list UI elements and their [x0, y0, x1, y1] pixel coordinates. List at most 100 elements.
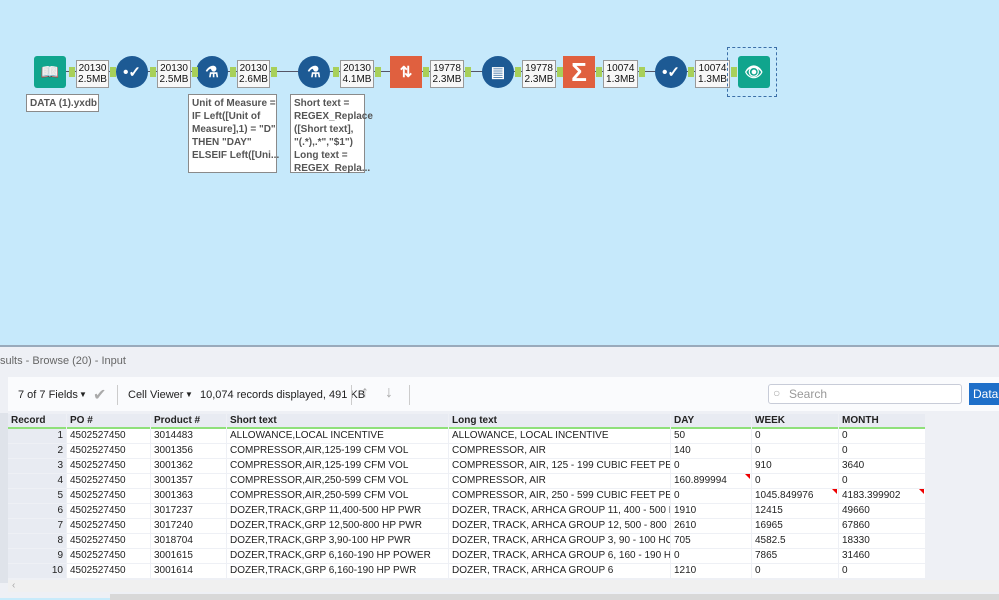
- arrow-up-icon[interactable]: ↑: [361, 384, 369, 402]
- table-cell[interactable]: 4502527450: [67, 519, 150, 533]
- table-cell[interactable]: COMPRESSOR, AIR: [449, 474, 670, 488]
- table-cell[interactable]: ALLOWANCE, LOCAL INCENTIVE: [449, 429, 670, 443]
- input-anchor[interactable]: [69, 67, 75, 77]
- table-cell[interactable]: 1045.849976: [752, 489, 838, 503]
- data-button[interactable]: Data: [969, 383, 999, 405]
- table-cell[interactable]: 8: [8, 534, 66, 548]
- input-anchor[interactable]: [150, 67, 156, 77]
- table-cell[interactable]: 4502527450: [67, 534, 150, 548]
- table-cell[interactable]: 705: [671, 534, 751, 548]
- formula-tool[interactable]: ⚗: [196, 56, 228, 88]
- cross-tab-tool[interactable]: ⇅: [390, 56, 422, 88]
- table-cell[interactable]: 3001614: [151, 564, 226, 578]
- table-row[interactable]: 6 4502527450 3017237 DOZER,TRACK,GRP 11,400…: [8, 504, 926, 519]
- input-anchor[interactable]: [423, 67, 429, 77]
- input-anchor[interactable]: [596, 67, 602, 77]
- horizontal-scrollbar[interactable]: ‹: [8, 580, 999, 592]
- table-row[interactable]: 9 4502527450 3001615 DOZER,TRACK,GRP 6,160-…: [8, 549, 926, 564]
- table-cell[interactable]: DOZER, TRACK, ARHCA GROUP 11, 400 - 500 …: [449, 504, 670, 518]
- table-cell[interactable]: DOZER,TRACK,GRP 6,160-190 HP PWR: [227, 564, 448, 578]
- search-input[interactable]: ○ Search: [768, 384, 962, 404]
- table-row[interactable]: 1 4502527450 3014483 ALLOWANCE,LOCAL INCENT…: [8, 429, 926, 444]
- table-cell[interactable]: 3640: [839, 459, 925, 473]
- table-cell[interactable]: 160.899994: [671, 474, 751, 488]
- column-header[interactable]: Record: [8, 414, 66, 429]
- arrow-down-icon[interactable]: ↓: [385, 384, 393, 402]
- table-cell[interactable]: DOZER,TRACK,GRP 11,400-500 HP PWR: [227, 504, 448, 518]
- table-cell[interactable]: 0: [752, 564, 838, 578]
- table-cell[interactable]: 140: [671, 444, 751, 458]
- cell-viewer-dropdown[interactable]: Cell Viewer: [128, 389, 183, 401]
- table-row[interactable]: 5 4502527450 3001363 COMPRESSOR,AIR,250-599…: [8, 489, 926, 504]
- table-cell[interactable]: 10: [8, 564, 66, 578]
- table-cell[interactable]: 16965: [752, 519, 838, 533]
- table-cell[interactable]: COMPRESSOR, AIR, 250 - 599 CUBIC FEET PE…: [449, 489, 670, 503]
- table-cell[interactable]: 2610: [671, 519, 751, 533]
- table-cell[interactable]: 0: [671, 549, 751, 563]
- table-cell[interactable]: 3001363: [151, 489, 226, 503]
- chevron-down-icon[interactable]: ▼: [79, 390, 87, 399]
- table-cell[interactable]: 12415: [752, 504, 838, 518]
- table-cell[interactable]: DOZER, TRACK, ARHCA GROUP 6: [449, 564, 670, 578]
- table-cell[interactable]: 4: [8, 474, 66, 488]
- table-cell[interactable]: ALLOWANCE,LOCAL INCENTIVE: [227, 429, 448, 443]
- table-cell[interactable]: 0: [839, 564, 925, 578]
- table-cell[interactable]: DOZER,TRACK,GRP 6,160-190 HP POWER: [227, 549, 448, 563]
- table-cell[interactable]: DOZER, TRACK, ARHCA GROUP 6, 160 - 190 H…: [449, 549, 670, 563]
- table-row[interactable]: 8 4502527450 3018704 DOZER,TRACK,GRP 3,90-1…: [8, 534, 926, 549]
- table-cell[interactable]: 0: [671, 459, 751, 473]
- table-cell[interactable]: 1: [8, 429, 66, 443]
- table-cell[interactable]: DOZER, TRACK, ARHCA GROUP 12, 500 - 800 …: [449, 519, 670, 533]
- table-cell[interactable]: 4502527450: [67, 429, 150, 443]
- table-cell[interactable]: 3001362: [151, 459, 226, 473]
- table-row[interactable]: 4 4502527450 3001357 COMPRESSOR,AIR,250-599…: [8, 474, 926, 489]
- workflow-canvas[interactable]: 📖 •✓ ⚗ ⚗ ⇅ ▤ Σ •✓ 👁 20130 2.5MB 20130 2.5MB 20130 2.6…: [0, 0, 999, 345]
- table-cell[interactable]: 3014483: [151, 429, 226, 443]
- table-cell[interactable]: 4502527450: [67, 474, 150, 488]
- table-cell[interactable]: 18330: [839, 534, 925, 548]
- table-cell[interactable]: 4502527450: [67, 459, 150, 473]
- select-tool[interactable]: •✓: [655, 56, 687, 88]
- table-cell[interactable]: 4582.5: [752, 534, 838, 548]
- table-cell[interactable]: 3: [8, 459, 66, 473]
- table-row[interactable]: 7 4502527450 3017240 DOZER,TRACK,GRP 12,500…: [8, 519, 926, 534]
- table-cell[interactable]: 0: [671, 489, 751, 503]
- table-cell[interactable]: 3017237: [151, 504, 226, 518]
- table-row[interactable]: 3 4502527450 3001362 COMPRESSOR,AIR,125-199…: [8, 459, 926, 474]
- table-cell[interactable]: 1210: [671, 564, 751, 578]
- table-cell[interactable]: DOZER,TRACK,GRP 3,90-100 HP PWR: [227, 534, 448, 548]
- table-cell[interactable]: COMPRESSOR,AIR,250-599 CFM VOL: [227, 489, 448, 503]
- table-cell[interactable]: 50: [671, 429, 751, 443]
- table-cell[interactable]: 3017240: [151, 519, 226, 533]
- table-cell[interactable]: 4502527450: [67, 444, 150, 458]
- table-cell[interactable]: 0: [752, 474, 838, 488]
- table-cell[interactable]: 4183.399902: [839, 489, 925, 503]
- table-cell[interactable]: 6: [8, 504, 66, 518]
- table-cell[interactable]: 9: [8, 549, 66, 563]
- input-anchor[interactable]: [515, 67, 521, 77]
- output-anchor[interactable]: [271, 67, 277, 77]
- table-cell[interactable]: 910: [752, 459, 838, 473]
- table-cell[interactable]: COMPRESSOR, AIR: [449, 444, 670, 458]
- table-cell[interactable]: 3018704: [151, 534, 226, 548]
- table-cell[interactable]: 5: [8, 489, 66, 503]
- column-header[interactable]: MONTH: [839, 414, 925, 429]
- table-cell[interactable]: 1910: [671, 504, 751, 518]
- output-anchor[interactable]: [557, 67, 563, 77]
- table-cell[interactable]: 31460: [839, 549, 925, 563]
- table-cell[interactable]: 3001356: [151, 444, 226, 458]
- column-header[interactable]: Long text: [449, 414, 670, 429]
- table-cell[interactable]: 49660: [839, 504, 925, 518]
- input-anchor[interactable]: [688, 67, 694, 77]
- table-cell[interactable]: COMPRESSOR,AIR,250-599 CFM VOL: [227, 474, 448, 488]
- fields-selector[interactable]: 7 of 7 Fields: [18, 389, 78, 401]
- check-icon[interactable]: ✔: [93, 385, 106, 405]
- table-cell[interactable]: COMPRESSOR,AIR,125-199 CFM VOL: [227, 459, 448, 473]
- table-cell[interactable]: 0: [839, 444, 925, 458]
- table-cell[interactable]: 0: [752, 429, 838, 443]
- table-cell[interactable]: 4502527450: [67, 504, 150, 518]
- table-cell[interactable]: 3001357: [151, 474, 226, 488]
- output-anchor[interactable]: [192, 67, 198, 77]
- table-cell[interactable]: 4502527450: [67, 564, 150, 578]
- summarize-tool[interactable]: Σ: [563, 56, 595, 88]
